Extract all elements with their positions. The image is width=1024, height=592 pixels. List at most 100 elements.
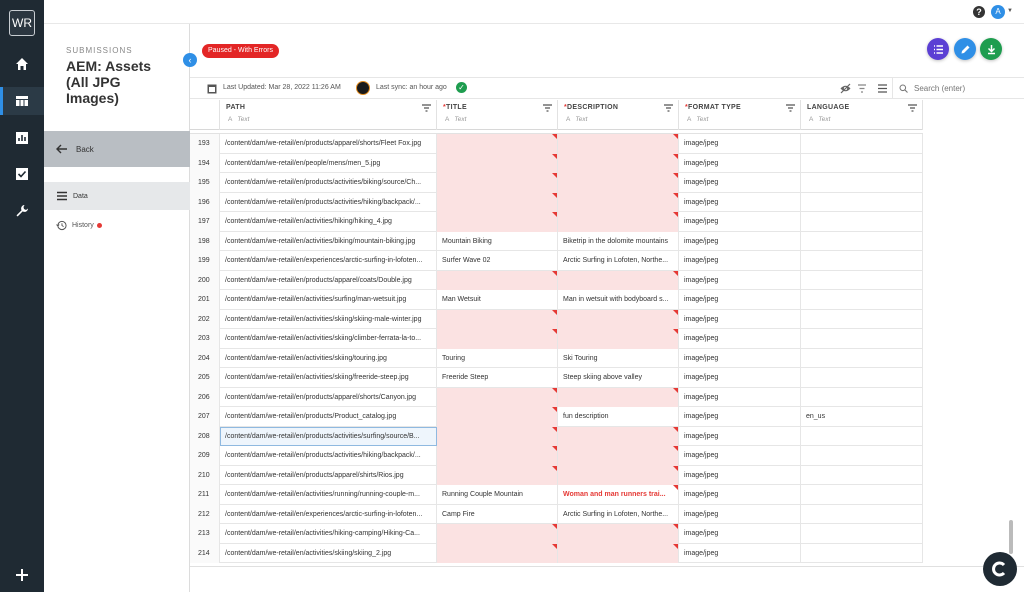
description-cell[interactable]: fun description	[558, 407, 679, 427]
row-number-cell[interactable]: 200	[190, 270, 220, 290]
description-cell[interactable]: Steep skiing above valley	[558, 368, 679, 388]
avatar[interactable]: A	[991, 5, 1005, 19]
format-type-cell[interactable]: image/jpeg	[679, 446, 801, 466]
language-cell[interactable]	[801, 387, 923, 407]
download-button[interactable]	[980, 38, 1002, 60]
row-number-cell[interactable]: 194	[190, 153, 220, 173]
row-number-cell[interactable]: 199	[190, 251, 220, 271]
column-header-format-type[interactable]: *FORMAT TYPE A Text	[679, 100, 801, 130]
row-number-cell[interactable]: 206	[190, 387, 220, 407]
chevron-down-icon[interactable]: ▼	[1007, 8, 1013, 14]
reports-nav-button[interactable]	[0, 124, 44, 152]
table-row[interactable]: 209/content/dam/we-retail/en/products/ac…	[190, 446, 923, 466]
row-number-cell[interactable]: 202	[190, 309, 220, 329]
table-row[interactable]: 202/content/dam/we-retail/en/activities/…	[190, 309, 923, 329]
settings-nav-button[interactable]	[0, 197, 44, 225]
language-cell[interactable]	[801, 309, 923, 329]
path-cell[interactable]: /content/dam/we-retail/en/products/activ…	[220, 192, 437, 212]
column-header-path[interactable]: PATH A Text	[220, 100, 437, 130]
format-type-cell[interactable]: image/jpeg	[679, 543, 801, 563]
format-type-cell[interactable]: image/jpeg	[679, 387, 801, 407]
title-cell[interactable]: Mountain Biking	[437, 231, 558, 251]
title-cell[interactable]	[437, 465, 558, 485]
language-cell[interactable]	[801, 504, 923, 524]
title-cell[interactable]	[437, 192, 558, 212]
table-row[interactable]: 203/content/dam/we-retail/en/activities/…	[190, 329, 923, 349]
path-cell[interactable]: /content/dam/we-retail/en/experiences/ar…	[220, 251, 437, 271]
description-cell[interactable]: Man in wetsuit with bodyboard s...	[558, 290, 679, 310]
help-icon[interactable]: ?	[973, 6, 985, 18]
title-cell[interactable]	[437, 329, 558, 349]
title-cell[interactable]	[437, 212, 558, 232]
row-number-cell[interactable]: 208	[190, 426, 220, 446]
path-cell[interactable]: /content/dam/we-retail/en/activities/sur…	[220, 290, 437, 310]
path-cell[interactable]: /content/dam/we-retail/en/activities/run…	[220, 485, 437, 505]
title-cell[interactable]	[437, 309, 558, 329]
description-cell[interactable]	[558, 465, 679, 485]
support-chat-button[interactable]	[983, 552, 1017, 586]
title-cell[interactable]	[437, 173, 558, 193]
table-row[interactable]: 199/content/dam/we-retail/en/experiences…	[190, 251, 923, 271]
format-type-cell[interactable]: image/jpeg	[679, 212, 801, 232]
sidebar-item-history[interactable]: History	[44, 214, 190, 236]
add-nav-button[interactable]	[0, 561, 44, 589]
path-cell[interactable]: /content/dam/we-retail/en/products/activ…	[220, 173, 437, 193]
path-cell[interactable]: /content/dam/we-retail/en/products/appar…	[220, 465, 437, 485]
table-row[interactable]: 193/content/dam/we-retail/en/products/ap…	[190, 134, 923, 154]
back-button[interactable]: Back	[44, 131, 190, 167]
path-cell[interactable]: /content/dam/we-retail/en/products/activ…	[220, 446, 437, 466]
language-cell[interactable]	[801, 134, 923, 154]
language-cell[interactable]	[801, 153, 923, 173]
title-cell[interactable]	[437, 153, 558, 173]
format-type-cell[interactable]: image/jpeg	[679, 173, 801, 193]
description-cell[interactable]	[558, 270, 679, 290]
title-cell[interactable]	[437, 426, 558, 446]
title-cell[interactable]	[437, 407, 558, 427]
format-type-cell[interactable]: image/jpeg	[679, 270, 801, 290]
row-number-cell[interactable]: 204	[190, 348, 220, 368]
description-cell[interactable]	[558, 192, 679, 212]
tasks-nav-button[interactable]	[0, 160, 44, 188]
path-cell[interactable]: /content/dam/we-retail/en/activities/ski…	[220, 543, 437, 563]
format-type-cell[interactable]: image/jpeg	[679, 524, 801, 544]
format-type-cell[interactable]: image/jpeg	[679, 251, 801, 271]
format-type-cell[interactable]: image/jpeg	[679, 153, 801, 173]
format-type-cell[interactable]: image/jpeg	[679, 426, 801, 446]
table-row[interactable]: 204/content/dam/we-retail/en/activities/…	[190, 348, 923, 368]
description-cell[interactable]	[558, 524, 679, 544]
title-cell[interactable]: Freeride Steep	[437, 368, 558, 388]
path-cell[interactable]: /content/dam/we-retail/en/products/activ…	[220, 426, 437, 446]
row-number-cell[interactable]: 198	[190, 231, 220, 251]
filter-icon[interactable]	[422, 104, 431, 112]
table-row[interactable]: 196/content/dam/we-retail/en/products/ac…	[190, 192, 923, 212]
path-cell[interactable]: /content/dam/we-retail/en/activities/ski…	[220, 368, 437, 388]
column-header-language[interactable]: LANGUAGE A Text	[801, 100, 923, 130]
format-type-cell[interactable]: image/jpeg	[679, 134, 801, 154]
table-row[interactable]: 212/content/dam/we-retail/en/experiences…	[190, 504, 923, 524]
format-type-cell[interactable]: image/jpeg	[679, 329, 801, 349]
table-row[interactable]: 198/content/dam/we-retail/en/activities/…	[190, 231, 923, 251]
format-type-cell[interactable]: image/jpeg	[679, 192, 801, 212]
description-cell[interactable]	[558, 173, 679, 193]
language-cell[interactable]	[801, 192, 923, 212]
language-cell[interactable]	[801, 426, 923, 446]
row-number-cell[interactable]: 213	[190, 524, 220, 544]
language-cell[interactable]	[801, 270, 923, 290]
menu-icon[interactable]	[878, 84, 887, 93]
format-type-cell[interactable]: image/jpeg	[679, 465, 801, 485]
format-type-cell[interactable]: image/jpeg	[679, 309, 801, 329]
filter-icon[interactable]	[786, 104, 795, 112]
sidebar-item-data[interactable]: Data	[44, 182, 190, 210]
title-cell[interactable]: Man Wetsuit	[437, 290, 558, 310]
table-row[interactable]: 197/content/dam/we-retail/en/activities/…	[190, 212, 923, 232]
row-number-cell[interactable]: 209	[190, 446, 220, 466]
language-cell[interactable]	[801, 212, 923, 232]
path-cell[interactable]: /content/dam/we-retail/en/products/appar…	[220, 387, 437, 407]
language-cell[interactable]	[801, 543, 923, 563]
title-cell[interactable]	[437, 543, 558, 563]
language-cell[interactable]	[801, 329, 923, 349]
path-cell[interactable]: /content/dam/we-retail/en/products/appar…	[220, 270, 437, 290]
table-row[interactable]: 210/content/dam/we-retail/en/products/ap…	[190, 465, 923, 485]
table-row[interactable]: 194/content/dam/we-retail/en/people/mens…	[190, 153, 923, 173]
row-number-cell[interactable]: 210	[190, 465, 220, 485]
